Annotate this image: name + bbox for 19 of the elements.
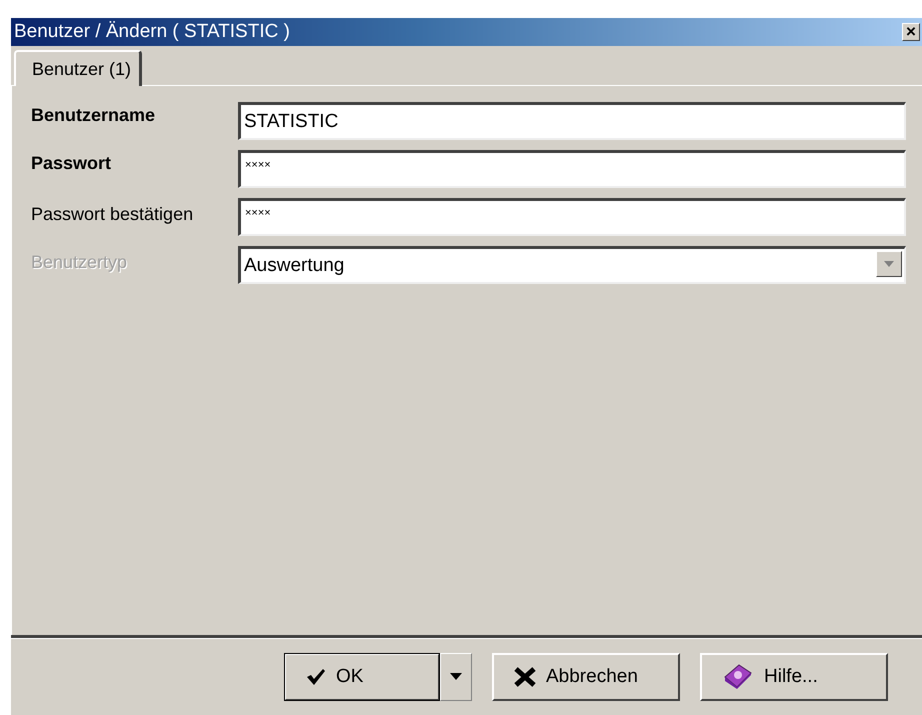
caret-icon	[884, 261, 894, 267]
cross-icon	[514, 666, 536, 686]
ok-button[interactable]: OK	[284, 652, 440, 700]
check-icon	[306, 668, 326, 686]
input-field[interactable]: STATISTIC	[238, 102, 906, 140]
dropdown-button[interactable]	[876, 251, 902, 277]
field-label: Passwort	[31, 152, 112, 174]
help-button[interactable]: Hilfe...	[700, 652, 888, 700]
caret-icon	[450, 673, 462, 680]
close-button[interactable]: ×	[902, 23, 920, 41]
help-book-icon	[722, 662, 754, 690]
field-label: Benutzername	[31, 104, 156, 126]
password-field[interactable]: ××××	[238, 150, 906, 188]
password-field[interactable]: ××××	[238, 198, 906, 236]
dropdown-arrow-button[interactable]	[440, 652, 472, 700]
field-label: Passwort bestätigen	[31, 203, 194, 225]
window-title: Benutzer / Ändern ( STATISTIC )	[14, 21, 290, 43]
tab[interactable]: Benutzer (1)	[14, 50, 142, 86]
cancel-button[interactable]: Abbrechen	[492, 652, 680, 700]
